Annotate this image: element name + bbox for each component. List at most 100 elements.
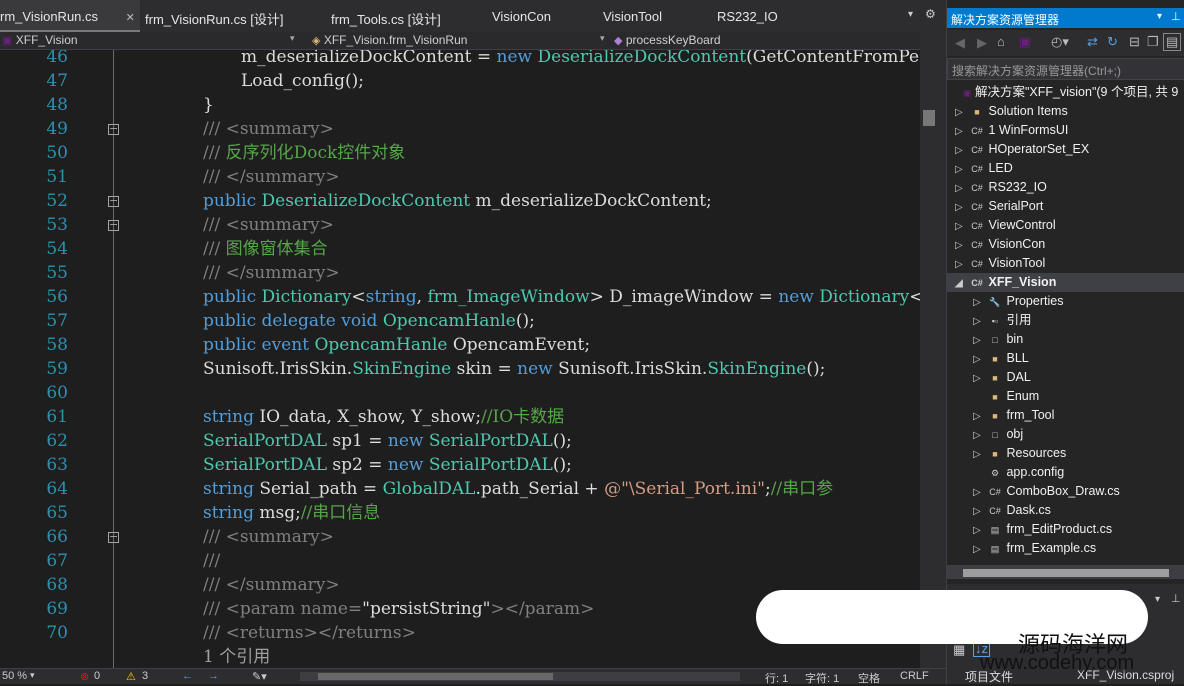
expand-icon[interactable]: ▷ xyxy=(973,350,987,369)
close-icon[interactable]: ✕ xyxy=(126,12,135,24)
tree-item-frm-editproduct[interactable]: ▷ ▤ frm_EditProduct.cs xyxy=(973,520,1112,539)
tree-item-obj[interactable]: ▷ □ obj xyxy=(973,425,1023,444)
reference-count-lens[interactable]: 1 个引用 xyxy=(203,645,270,668)
brush-icon[interactable]: ✎▾ xyxy=(252,670,267,683)
code-area[interactable]: m_deserializeDockContent = new Deseriali… xyxy=(0,50,920,668)
code-line-68: /// </summary> xyxy=(203,575,340,595)
chevron-down-icon[interactable]: ▾ xyxy=(1155,594,1160,605)
categorized-icon[interactable]: ▦ xyxy=(953,642,965,658)
tree-item-references[interactable]: ▷ ▪▫ 引用 xyxy=(973,311,1032,330)
scrollbar-thumb[interactable] xyxy=(963,569,1169,577)
project-dropdown[interactable]: ▣ XFF_Vision ▾ xyxy=(2,33,302,47)
pin-icon[interactable]: ⊥ xyxy=(1171,10,1181,23)
tree-item-bll[interactable]: ▷ ■ BLL xyxy=(973,349,1029,368)
warning-count[interactable]: 3 xyxy=(142,670,148,682)
expand-icon[interactable]: ▷ xyxy=(955,122,969,141)
expand-icon[interactable]: ▷ xyxy=(973,407,987,426)
tab-visiontool[interactable]: VisionTool xyxy=(603,9,662,24)
tree-item-serialport[interactable]: ▷ C# SerialPort xyxy=(955,197,1043,216)
collapse-icon[interactable]: ◢ xyxy=(955,274,969,293)
expand-icon[interactable]: ▷ xyxy=(955,255,969,274)
wrench-icon: 🔧 xyxy=(989,297,1001,307)
zoom-level[interactable]: 50 % xyxy=(2,670,27,682)
tree-item-dal[interactable]: ▷ ■ DAL xyxy=(973,368,1031,387)
history-icon[interactable]: ◴▾ xyxy=(1051,34,1069,50)
expand-icon[interactable]: ▷ xyxy=(973,369,987,388)
tab-rs232-io[interactable]: RS232_IO xyxy=(717,9,778,24)
expand-icon[interactable]: ▷ xyxy=(973,540,987,559)
expand-icon[interactable]: ▷ xyxy=(973,445,987,464)
tab-frm-visionrun-designer[interactable]: frm_VisionRun.cs [设计] xyxy=(145,9,283,28)
tree-item-solution-items[interactable]: ▷ ■ Solution Items xyxy=(955,102,1068,121)
tree-item-dask[interactable]: ▷ C# Dask.cs xyxy=(973,501,1051,520)
expand-icon[interactable]: ▷ xyxy=(955,141,969,160)
tree-item-visioncon[interactable]: ▷ C# VisionCon xyxy=(955,235,1045,254)
tab-visioncon[interactable]: VisionCon xyxy=(492,9,551,24)
tree-item-rs232-io[interactable]: ▷ C# RS232_IO xyxy=(955,178,1047,197)
solution-search-input[interactable]: 搜索解决方案资源管理器(Ctrl+;) xyxy=(947,58,1184,80)
code-editor[interactable]: 46 47 48 49 50 51 52 53 54 55 56 57 58 5… xyxy=(0,50,920,668)
home-icon[interactable]: ⌂ xyxy=(997,34,1005,49)
code-line-64: string Serial_path = GlobalDAL.path_Seri… xyxy=(203,479,834,499)
tab-overflow-icon[interactable]: ▾ xyxy=(908,9,913,20)
class-dropdown[interactable]: ◈ XFF_Vision.frm_VisionRun ▾ xyxy=(312,33,608,47)
tree-item-combobox-draw[interactable]: ▷ C# ComboBox_Draw.cs xyxy=(973,482,1120,501)
expand-icon[interactable]: ▷ xyxy=(973,502,987,521)
expand-icon[interactable]: ▷ xyxy=(955,198,969,217)
chevron-down-icon[interactable]: ▾ xyxy=(1157,11,1162,22)
navigate-forward-icon[interactable]: → xyxy=(208,670,219,682)
tree-item-app-config[interactable]: ⚙ app.config xyxy=(973,463,1064,482)
expand-icon[interactable]: ▷ xyxy=(973,331,987,350)
tree-item-hoperatorset[interactable]: ▷ C# HOperatorSet_EX xyxy=(955,140,1089,159)
tab-frm-tools-designer[interactable]: frm_Tools.cs [设计] xyxy=(331,9,441,28)
tree-item-properties[interactable]: ▷ 🔧 Properties xyxy=(973,292,1063,311)
cs-file-icon: C# xyxy=(989,506,1001,516)
tree-item-frm-example[interactable]: ▷ ▤ frm_Example.cs xyxy=(973,539,1096,558)
chevron-down-icon[interactable]: ▾ xyxy=(30,670,35,681)
tree-item-enum[interactable]: ■ Enum xyxy=(973,387,1039,406)
expand-icon[interactable]: ▷ xyxy=(955,160,969,179)
sync-icon[interactable]: ⇄ xyxy=(1087,34,1098,50)
code-line-67: /// xyxy=(203,551,221,571)
tree-item-bin[interactable]: ▷ □ bin xyxy=(973,330,1023,349)
document-tab-bar: rm_VisionRun.cs ✕ frm_VisionRun.cs [设计] … xyxy=(0,0,946,32)
scrollbar-thumb[interactable] xyxy=(923,110,935,126)
expand-icon[interactable]: ▷ xyxy=(973,293,987,312)
expand-icon[interactable]: ▷ xyxy=(973,426,987,445)
method-icon: ◆ xyxy=(614,35,623,47)
tree-item-led[interactable]: ▷ C# LED xyxy=(955,159,1013,178)
back-icon[interactable]: ◀ xyxy=(955,35,965,51)
expand-icon[interactable]: ▷ xyxy=(955,217,969,236)
code-line-54: /// 图像窗体集合 xyxy=(203,239,328,259)
tree-item-visiontool[interactable]: ▷ C# VisionTool xyxy=(955,254,1045,273)
expand-icon[interactable]: ▷ xyxy=(955,179,969,198)
tree-item-resources[interactable]: ▷ ■ Resources xyxy=(973,444,1066,463)
settings-icon[interactable]: ⚙ xyxy=(925,7,936,21)
pin-icon[interactable]: ⊥ xyxy=(1171,592,1181,605)
tree-item-winformsui[interactable]: ▷ C# 1 WinFormsUI xyxy=(955,121,1068,140)
tab-frm-visionrun-cs[interactable]: rm_VisionRun.cs ✕ xyxy=(0,0,140,32)
csproj-icon: C# xyxy=(971,145,983,155)
error-count[interactable]: 0 xyxy=(94,670,100,682)
solution-view-icon[interactable]: ▣ xyxy=(1019,34,1031,50)
hidden-folder-icon: □ xyxy=(992,430,998,440)
tree-item-viewcontrol[interactable]: ▷ C# ViewControl xyxy=(955,216,1056,235)
show-all-files-icon[interactable]: ❐ xyxy=(1147,34,1159,50)
expand-icon[interactable]: ▷ xyxy=(955,236,969,255)
properties-icon[interactable]: ▤ xyxy=(1163,33,1182,51)
scrollbar-thumb[interactable] xyxy=(318,673,553,680)
tree-item-xff-vision[interactable]: ◢ C# XFF_Vision xyxy=(947,273,1184,292)
navigate-back-icon[interactable]: ← xyxy=(182,670,193,682)
expand-icon[interactable]: ▷ xyxy=(973,521,987,540)
editor-vertical-scrollbar[interactable] xyxy=(920,32,946,668)
refresh-icon[interactable]: ↻ xyxy=(1107,34,1118,50)
expand-icon[interactable]: ▷ xyxy=(973,312,987,331)
expand-icon[interactable]: ▷ xyxy=(955,103,969,122)
expand-icon[interactable]: ▷ xyxy=(973,483,987,502)
collapse-all-icon[interactable]: ⊟ xyxy=(1129,34,1140,50)
tab-label: frm_VisionRun.cs [设计] xyxy=(145,12,284,27)
forward-icon[interactable]: ▶ xyxy=(977,35,987,51)
tree-item-frm-tool[interactable]: ▷ ■ frm_Tool xyxy=(973,406,1054,425)
member-dropdown[interactable]: ◆ processKeyBoard xyxy=(614,33,914,47)
tree-item-solution[interactable]: ▣ 解决方案"XFF_vision"(9 个项目, 共 9 xyxy=(959,83,1184,102)
